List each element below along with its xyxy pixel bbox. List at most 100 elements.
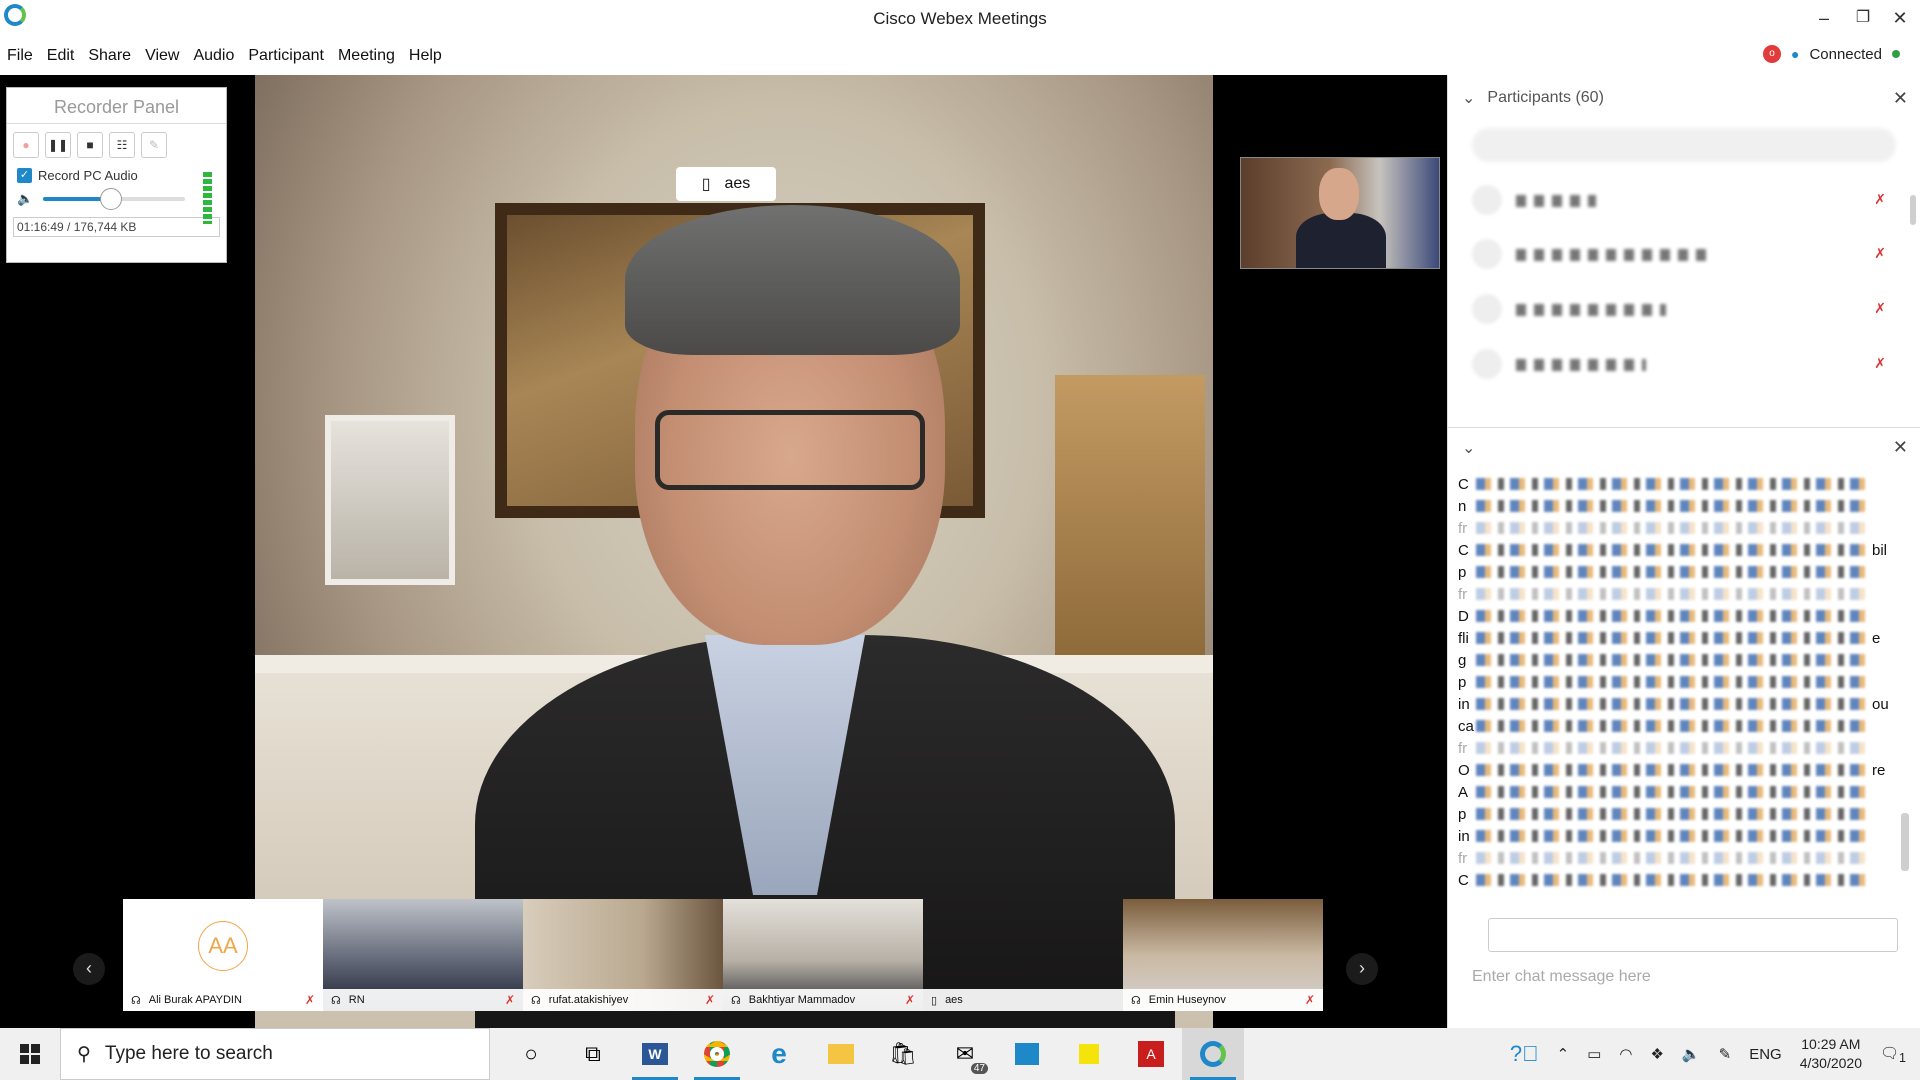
show-hidden-icons-icon[interactable]: ⌃ (1557, 1045, 1570, 1063)
participant-row[interactable]: ✗ (1472, 181, 1892, 221)
word-icon[interactable]: W (624, 1028, 686, 1080)
acrobat-icon[interactable]: A (1120, 1028, 1182, 1080)
participant-row[interactable]: ✗ (1472, 345, 1892, 385)
battery-icon[interactable]: ▭ (1587, 1045, 1601, 1063)
speaker-icon: 🔈 (17, 191, 34, 206)
recording-status: 01:16:49 / 176,744 KB (13, 217, 220, 237)
filmstrip-tile[interactable]: ☊ Bakhtiyar Mammadov ✗ (723, 899, 923, 1011)
chat-line-initial: fr (1458, 849, 1468, 867)
participant-row[interactable]: ✗ (1472, 235, 1892, 275)
dropbox-icon[interactable]: ❖ (1650, 1045, 1663, 1063)
help-icon[interactable]: ?⃝ (1510, 1041, 1539, 1067)
record-pc-audio-row: ✓ Record PC Audio (7, 166, 226, 185)
calendar-icon[interactable] (996, 1028, 1058, 1080)
chevron-down-icon[interactable]: ⌄ (1462, 438, 1475, 458)
start-button[interactable] (0, 1028, 60, 1080)
participants-scrollbar[interactable] (1910, 195, 1916, 225)
filmstrip-next-button[interactable]: › (1346, 953, 1378, 985)
clock[interactable]: 10:29 AM 4/30/2020 (1800, 1035, 1862, 1073)
chat-text-blurred (1476, 874, 1872, 886)
avatar (1472, 185, 1502, 215)
participant-row[interactable]: ✗ (1472, 290, 1892, 330)
notification-count: 1 (1899, 1050, 1906, 1065)
filmstrip-tile[interactable]: ▯ aes (923, 899, 1123, 1011)
file-explorer-icon[interactable] (810, 1028, 872, 1080)
chat-message-line: n (1458, 495, 1898, 517)
chat-line-initial: D (1458, 607, 1469, 625)
muted-mic-icon[interactable]: ✗ (1874, 300, 1886, 317)
microphone-icon[interactable]: ● (1791, 46, 1799, 62)
chat-line-initial: fr (1458, 519, 1468, 537)
webex-taskbar-icon[interactable] (1182, 1028, 1244, 1080)
menu-audio[interactable]: Audio (186, 44, 241, 68)
muted-mic-icon[interactable]: ✗ (1874, 355, 1886, 372)
chrome-icon[interactable] (686, 1028, 748, 1080)
chat-scrollbar-thumb[interactable] (1901, 813, 1909, 871)
menu-view[interactable]: View (138, 44, 186, 68)
recording-indicator-icon[interactable]: o (1762, 45, 1781, 63)
chat-message-line: ca (1458, 715, 1898, 737)
tile-label: ☊ rufat.atakishiyev ✗ (523, 989, 723, 1011)
filmstrip-tile[interactable]: ☊ rufat.atakishiyev ✗ (523, 899, 723, 1011)
menu-share[interactable]: Share (81, 44, 138, 68)
edit-icon[interactable]: ✎ (141, 132, 167, 158)
side-panel: ⌄ Participants (60) ✕ ✗ ✗ ✗ ✗ ⌄ ✕ Cn fr Cb… (1447, 75, 1920, 1028)
store-icon[interactable]: 🛍 (872, 1028, 934, 1080)
close-chat-icon[interactable]: ✕ (1893, 437, 1908, 458)
settings-button[interactable]: ☷ (109, 132, 135, 158)
self-view-video[interactable] (1240, 157, 1440, 269)
cortana-icon[interactable]: ○ (500, 1028, 562, 1080)
chat-text-blurred (1476, 830, 1872, 842)
mail-icon[interactable]: ✉ 47 (934, 1028, 996, 1080)
action-center-icon[interactable]: 🗨1 (1880, 1044, 1906, 1065)
menu-participant[interactable]: Participant (241, 44, 331, 68)
filmstrip-prev-button[interactable]: ‹ (73, 953, 105, 985)
speaker-hair (625, 205, 960, 355)
chat-header[interactable]: ⌄ ✕ (1448, 427, 1920, 467)
volume-icon[interactable]: 🔈 (1682, 1045, 1701, 1063)
close-button[interactable]: ✕ (1880, 5, 1920, 31)
menu-file[interactable]: File (0, 44, 40, 68)
volume-slider-knob[interactable] (100, 188, 123, 210)
chat-scrollbar[interactable] (1898, 473, 1912, 893)
chat-recipient-select[interactable] (1488, 918, 1898, 952)
pause-button[interactable]: ❚❚ (45, 132, 71, 158)
record-button[interactable]: ● (13, 132, 39, 158)
chat-line-initial: n (1458, 497, 1467, 515)
minimize-button[interactable]: – (1804, 5, 1844, 31)
chat-message-line: in (1458, 825, 1898, 847)
sticky-notes-icon[interactable] (1058, 1028, 1120, 1080)
menu-help[interactable]: Help (402, 44, 449, 68)
phone-icon: ▯ (931, 994, 938, 1007)
chat-message-line: fli e (1458, 627, 1898, 649)
volume-slider[interactable] (43, 188, 186, 210)
participants-header[interactable]: ⌄ Participants (60) ✕ (1448, 75, 1920, 121)
participant-search-blurred[interactable] (1472, 128, 1896, 162)
wifi-icon[interactable]: ◠ (1619, 1045, 1632, 1063)
muted-mic-icon[interactable]: ✗ (1874, 191, 1886, 208)
chat-message-line: C (1458, 473, 1898, 495)
title-bar: Cisco Webex Meetings – ❐ ✕ (0, 0, 1920, 38)
filmstrip-tile[interactable]: AA ☊ Ali Burak APAYDIN ✗ (123, 899, 323, 1011)
filmstrip-tile[interactable]: ☊ RN ✗ (323, 899, 523, 1011)
speaker-glasses (655, 410, 925, 490)
muted-mic-icon[interactable]: ✗ (1874, 245, 1886, 262)
chat-input[interactable]: Enter chat message here (1472, 968, 1651, 986)
menu-edit[interactable]: Edit (40, 44, 82, 68)
chat-text-blurred (1476, 588, 1872, 600)
chat-line-initial: fli (1458, 629, 1469, 647)
record-pc-audio-checkbox[interactable]: ✓ (17, 168, 32, 183)
active-speaker-name: aes (724, 175, 751, 192)
stop-button[interactable]: ■ (77, 132, 103, 158)
language-indicator[interactable]: ENG (1749, 1046, 1782, 1063)
pen-icon[interactable]: ✎ (1719, 1045, 1732, 1063)
restore-button[interactable]: ❐ (1843, 5, 1883, 31)
task-view-icon[interactable]: ⧉ (562, 1028, 624, 1080)
taskbar-search[interactable]: ⚲ Type here to search (60, 1028, 490, 1080)
chevron-down-icon[interactable]: ⌄ (1462, 88, 1475, 108)
edge-icon[interactable]: e (748, 1028, 810, 1080)
close-participants-icon[interactable]: ✕ (1893, 88, 1908, 109)
filmstrip-tile[interactable]: ☊ Emin Huseynov ✗ (1123, 899, 1323, 1011)
chat-message-line: A (1458, 781, 1898, 803)
menu-meeting[interactable]: Meeting (331, 44, 402, 68)
